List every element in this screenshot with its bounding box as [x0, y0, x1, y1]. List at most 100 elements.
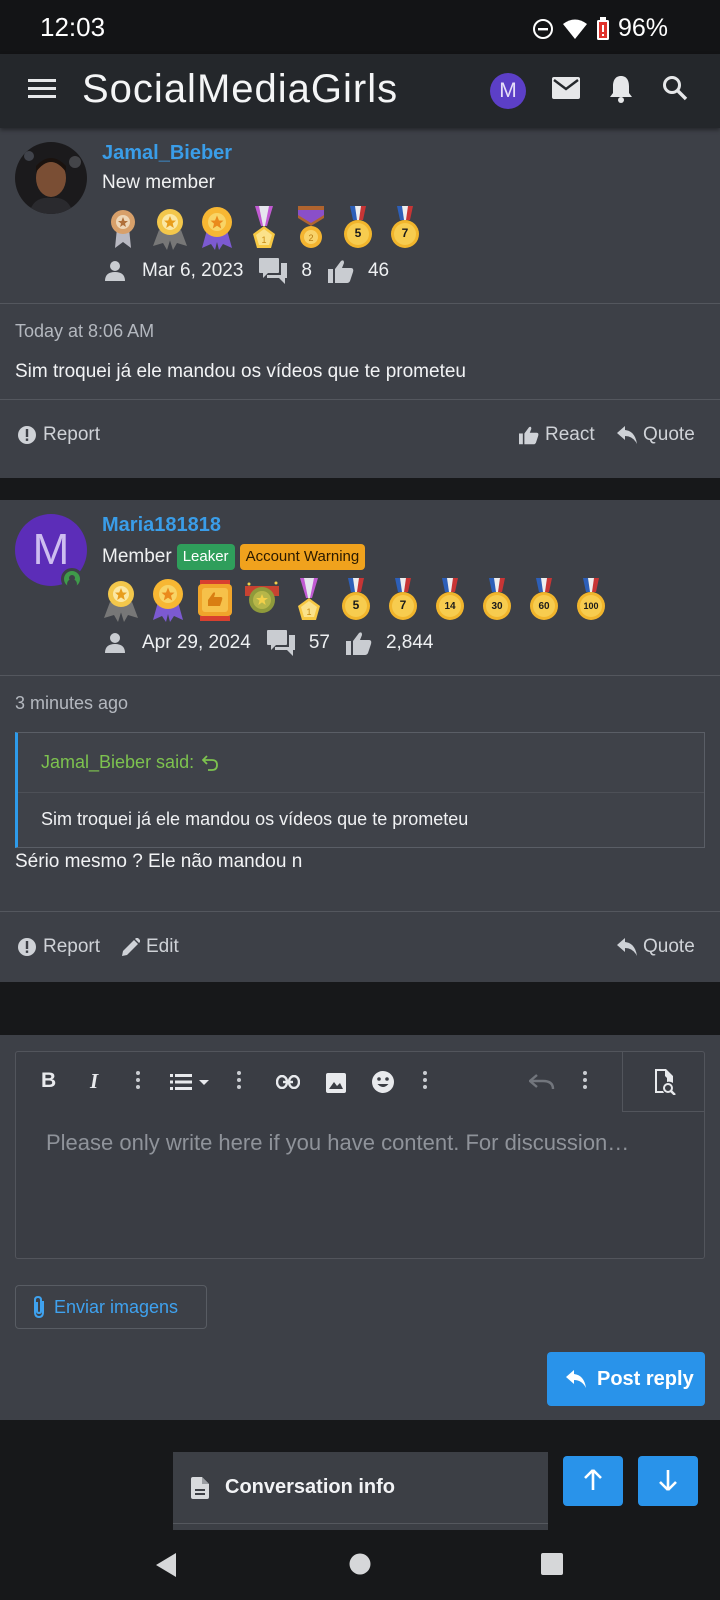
status-bar: 12:03 96%	[0, 0, 720, 54]
day-medal-icon: 7	[384, 578, 422, 622]
react-button[interactable]: React	[519, 424, 595, 446]
back-icon[interactable]	[154, 1552, 178, 1578]
scroll-to-bottom-button[interactable]	[638, 1456, 698, 1506]
ribbon-medal-icon	[151, 206, 189, 250]
alert-icon	[18, 938, 36, 956]
home-icon[interactable]	[349, 1553, 371, 1575]
user-stats: Apr 29, 2024 57 2,844	[104, 630, 434, 656]
menu-icon[interactable]	[28, 77, 56, 99]
recents-icon[interactable]	[541, 1553, 563, 1575]
link-icon[interactable]	[276, 1075, 300, 1089]
messages-icon	[266, 630, 295, 656]
thumbs-medal-icon	[196, 578, 234, 622]
reply-icon	[566, 1370, 586, 1388]
preview-icon	[655, 1069, 676, 1095]
day-medal-icon: 5	[337, 578, 375, 622]
status-icons: 96%	[532, 14, 668, 43]
preview-button[interactable]	[622, 1052, 704, 1112]
ribbon-medal-icon	[149, 578, 187, 622]
edit-button[interactable]: Edit	[122, 936, 179, 958]
messages-icon	[259, 258, 288, 284]
user-title-row: Member Leaker Account Warning	[102, 544, 366, 570]
quote-header[interactable]: Jamal_Bieber said:	[18, 733, 704, 793]
quote-label: Quote	[643, 936, 695, 957]
battery-icon	[596, 16, 610, 41]
scroll-to-top-button[interactable]	[563, 1456, 623, 1506]
report-button[interactable]: Report	[17, 424, 100, 446]
leaker-badge: Leaker	[176, 544, 235, 570]
emoji-icon[interactable]	[371, 1070, 395, 1094]
app-header: SocialMediaGirls M	[0, 54, 720, 128]
more-options-icon[interactable]	[136, 1070, 140, 1090]
ribbon-medal-icon	[102, 578, 140, 622]
reply-editor: B I Please only write here if you have c…	[15, 1051, 705, 1259]
wifi-icon	[562, 18, 588, 40]
post: M Maria181818 Member Leaker Account Warn…	[0, 500, 720, 982]
search-icon[interactable]	[662, 75, 688, 101]
pentagon-medal-icon: 1	[290, 578, 328, 622]
bell-icon[interactable]	[608, 74, 634, 104]
report-label: Report	[43, 424, 101, 445]
star-medal-icon	[243, 578, 281, 622]
list-dropdown-icon[interactable]	[170, 1074, 212, 1090]
document-icon	[191, 1476, 209, 1499]
svg-text:2: 2	[308, 233, 313, 243]
conversation-info-button[interactable]: Conversation info	[173, 1452, 548, 1524]
online-status-icon	[61, 568, 83, 590]
undo-icon[interactable]	[529, 1074, 555, 1090]
post-message: Sério mesmo ? Ele não mandou n	[15, 851, 303, 872]
reply-icon	[617, 426, 637, 444]
quote-button[interactable]: Quote	[617, 424, 695, 446]
trophy-row: 1 2 5 7	[104, 206, 424, 250]
post-action-bar: Report Edit Quote	[0, 911, 720, 981]
quote-button[interactable]: Quote	[617, 936, 695, 958]
day-medal-icon: 60	[525, 578, 563, 622]
medal-label: 60	[538, 601, 550, 612]
username[interactable]: Jamal_Bieber	[102, 142, 232, 165]
day-medal-icon: 7	[386, 206, 424, 250]
more-options-icon[interactable]	[423, 1070, 427, 1090]
mail-icon[interactable]	[552, 77, 580, 99]
medal-label: 7	[402, 226, 409, 240]
quote-author[interactable]: Jamal_Bieber said:	[41, 752, 194, 773]
joined-date: Apr 29, 2024	[142, 632, 251, 653]
reply-section: B I Please only write here if you have c…	[0, 1035, 720, 1420]
report-label: Report	[43, 936, 101, 957]
italic-button[interactable]: I	[90, 1069, 98, 1094]
status-time: 12:03	[40, 12, 106, 42]
username[interactable]: Maria181818	[102, 514, 221, 537]
day-medal-icon: 14	[431, 578, 469, 622]
image-icon[interactable]	[325, 1072, 347, 1094]
more-options-icon[interactable]	[583, 1070, 587, 1090]
medal-label: 14	[444, 601, 456, 612]
dnd-icon	[532, 18, 554, 40]
arrow-up-icon	[584, 1469, 602, 1490]
post-message: Sim troquei já ele mandou os vídeos que …	[15, 361, 466, 382]
post: Jamal_Bieber New member 1 2 5 7 Mar 6, 2…	[0, 128, 720, 478]
site-title[interactable]: SocialMediaGirls	[82, 67, 398, 112]
medal-label: 30	[491, 601, 503, 612]
attach-images-button[interactable]: Enviar imagens	[15, 1285, 207, 1329]
quote-block: Jamal_Bieber said: Sim troquei já ele ma…	[15, 732, 705, 848]
avatar[interactable]	[15, 142, 87, 214]
thumbs-up-icon	[345, 631, 372, 655]
report-button[interactable]: Report	[17, 936, 100, 958]
quote-label: Quote	[643, 424, 695, 445]
bold-button[interactable]: B	[41, 1069, 56, 1093]
reply-icon	[617, 938, 637, 956]
react-label: React	[545, 424, 595, 445]
thumbs-up-icon	[519, 426, 539, 445]
post-timestamp[interactable]: 3 minutes ago	[15, 693, 128, 714]
reaction-count: 46	[367, 260, 390, 281]
user-stats: Mar 6, 2023 8 46	[104, 258, 389, 284]
message-count: 8	[301, 260, 312, 281]
post-timestamp[interactable]: Today at 8:06 AM	[15, 321, 154, 342]
post-reply-button[interactable]: Post reply	[547, 1352, 705, 1406]
conversation-info-label: Conversation info	[225, 1476, 396, 1498]
user-title: New member	[102, 172, 215, 193]
reply-input[interactable]: Please only write here if you have conte…	[46, 1130, 686, 1156]
post-action-bar: Report React Quote	[0, 399, 720, 469]
medal-label: 5	[353, 598, 360, 612]
more-options-icon[interactable]	[237, 1070, 241, 1090]
account-avatar[interactable]: M	[490, 73, 526, 109]
